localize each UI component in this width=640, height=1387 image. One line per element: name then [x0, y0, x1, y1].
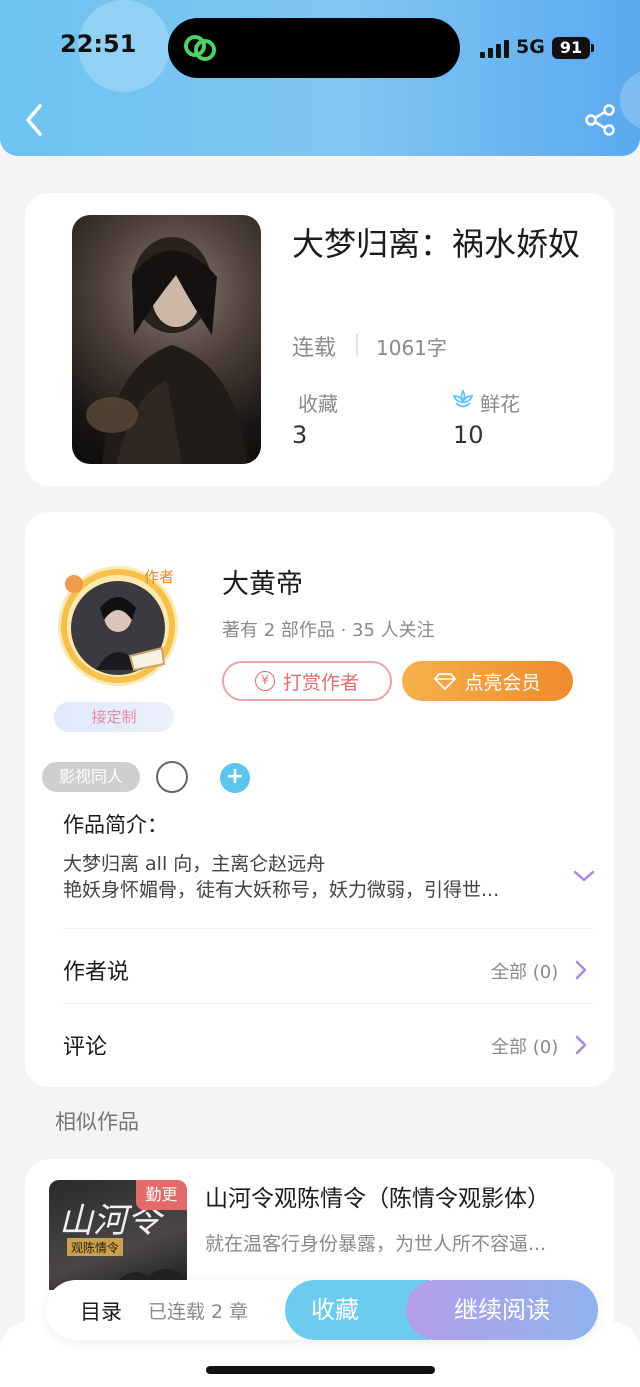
book-title: 大梦归离：祸水娇奴 — [292, 225, 581, 263]
continue-reading-button[interactable]: 继续阅读 — [406, 1280, 598, 1340]
flowers-count: 10 — [453, 421, 484, 449]
vip-membership-button[interactable]: 点亮会员 — [402, 661, 573, 701]
author-meta: 著有 2 部作品 · 35 人关注 — [222, 620, 435, 641]
share-icon[interactable] — [582, 102, 618, 138]
book-status: 连载 — [292, 336, 337, 361]
battery-icon: 91 — [552, 37, 590, 59]
back-arrow-icon[interactable] — [18, 100, 54, 140]
decorative-bubble — [620, 70, 640, 130]
toc-button[interactable]: 目录 — [80, 1296, 122, 1326]
yuan-icon: ¥ — [254, 671, 275, 691]
cover-portrait-image — [86, 237, 247, 464]
empty-tag-circle[interactable] — [156, 761, 188, 793]
flowers-label: 鲜花 — [480, 392, 520, 416]
custom-order-tag[interactable]: 接定制 — [54, 702, 174, 732]
flower-icon — [452, 389, 474, 408]
link-app-icon — [184, 35, 216, 61]
section-divider — [63, 1003, 593, 1004]
author-badge-text: 作者 — [144, 568, 174, 586]
similar-work-title[interactable]: 山河令观陈情令（陈情令观影体） — [205, 1179, 550, 1213]
favorites-label: 收藏 — [298, 392, 338, 416]
network-type: 5G — [516, 36, 545, 58]
author-says-label[interactable]: 作者说 — [63, 954, 129, 986]
frequent-update-badge: 勤更 — [136, 1180, 187, 1210]
book-word-count: 1061字 — [376, 336, 447, 360]
intro-text-line-1: 大梦归离 all 向，主离仑赵远舟 — [63, 853, 326, 875]
intro-label: 作品简介： — [63, 813, 168, 837]
intro-text-line-2: 艳妖身怀媚骨，徒有大妖称号，妖力微弱，引得世... — [63, 879, 500, 901]
battery-tip — [591, 44, 594, 52]
tip-author-button[interactable]: ¥ 打赏作者 — [222, 661, 392, 701]
diamond-icon — [434, 673, 457, 690]
book-cover[interactable] — [72, 215, 261, 464]
author-name[interactable]: 大黄帝 — [222, 562, 303, 601]
add-tag-button[interactable]: + — [220, 763, 250, 793]
divider — [356, 334, 358, 356]
author-avatar[interactable]: 作者 — [52, 560, 184, 692]
chevron-down-icon[interactable] — [572, 868, 596, 884]
chevron-right-icon[interactable] — [574, 1034, 588, 1056]
comments-label[interactable]: 评论 — [63, 1029, 107, 1061]
favorites-count: 3 — [292, 421, 308, 449]
home-indicator — [206, 1366, 435, 1374]
dynamic-island — [168, 18, 460, 78]
chapter-count: 已连载 2 章 — [148, 1301, 249, 1323]
tip-author-label: 打赏作者 — [282, 671, 359, 694]
author-says-count[interactable]: 全部 (0) — [491, 958, 558, 984]
status-time: 22:51 — [60, 30, 137, 58]
genre-tag[interactable]: 影视同人 — [42, 762, 140, 792]
vip-membership-label: 点亮会员 — [464, 671, 541, 694]
section-divider — [63, 928, 593, 929]
similar-work-desc: 就在温客行身份暴露，为世人所不容逼... — [205, 1233, 547, 1255]
comments-count[interactable]: 全部 (0) — [491, 1033, 558, 1059]
signal-icon — [480, 40, 510, 58]
avatar-frame-image: 作者 — [58, 566, 178, 686]
similar-works-title: 相似作品 — [55, 1110, 139, 1134]
cover-subtitle-text: 观陈情令 — [71, 1240, 119, 1255]
chevron-right-icon[interactable] — [574, 959, 588, 981]
